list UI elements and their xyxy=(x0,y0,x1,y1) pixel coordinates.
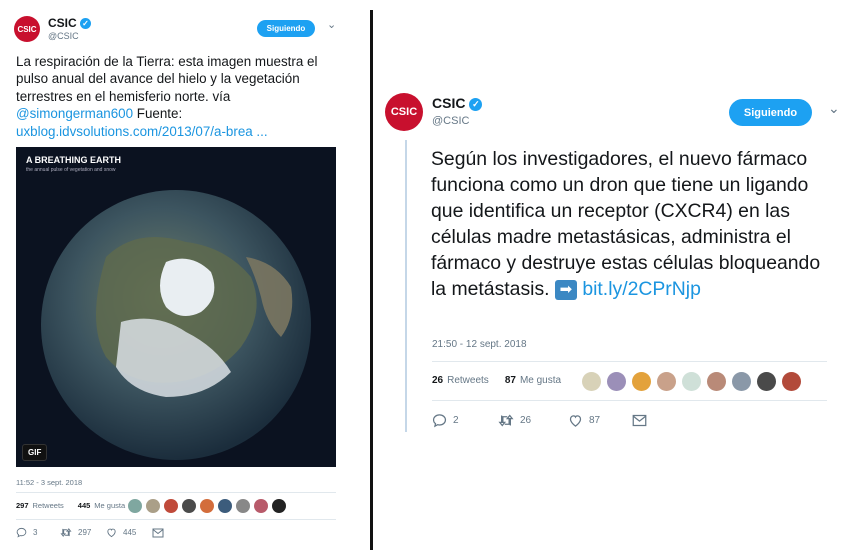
likes-label[interactable]: Me gusta xyxy=(94,501,125,510)
mention-link[interactable]: @simongerman600 xyxy=(16,106,133,121)
retweets-label[interactable]: Retweets xyxy=(447,375,489,386)
tweet-stats: 26 Retweets 87 Me gusta xyxy=(432,375,561,386)
chevron-down-icon[interactable]: ⌄ xyxy=(327,18,336,31)
separator xyxy=(432,361,827,362)
media-title: A BREATHING EARTH xyxy=(26,155,121,165)
tweet-text: La respiración de la Tierra: esta imagen… xyxy=(16,53,346,140)
avatar[interactable] xyxy=(164,499,178,513)
column-divider xyxy=(370,10,373,550)
avatar[interactable] xyxy=(200,499,214,513)
author-handle: @CSIC xyxy=(432,115,470,127)
author-name[interactable]: CSIC ✓ xyxy=(432,95,483,111)
avatar-csic[interactable]: CSIC xyxy=(385,93,423,131)
like-action[interactable]: 445 xyxy=(106,527,152,538)
retweet-action[interactable]: 297 xyxy=(60,527,106,538)
retweets-label[interactable]: Retweets xyxy=(33,501,64,510)
tweet-stats: 297 Retweets 445 Me gusta xyxy=(16,501,125,510)
retweet-count: 26 xyxy=(520,415,532,426)
likes-label[interactable]: Me gusta xyxy=(520,375,561,386)
likes-count[interactable]: 445 xyxy=(78,501,91,510)
reply-count: 2 xyxy=(453,415,459,426)
separator xyxy=(432,400,827,401)
like-icon xyxy=(107,528,116,538)
avatar[interactable] xyxy=(218,499,232,513)
retweet-icon xyxy=(60,528,72,537)
reply-icon xyxy=(16,527,27,538)
retweets-count[interactable]: 26 xyxy=(432,375,443,386)
liker-avatars xyxy=(128,499,286,513)
reply-count: 3 xyxy=(33,528,38,537)
reply-action[interactable]: 3 xyxy=(16,527,60,538)
reply-icon xyxy=(432,414,447,428)
avatar[interactable] xyxy=(582,372,601,391)
avatar[interactable] xyxy=(128,499,142,513)
url-link[interactable]: bit.ly/2CPrNjp xyxy=(582,278,701,300)
like-count: 445 xyxy=(123,528,137,537)
media-subtitle: the annual pulse of vegetation and snow xyxy=(26,167,116,173)
avatar[interactable] xyxy=(632,372,651,391)
verified-icon: ✓ xyxy=(469,97,483,111)
url-link[interactable]: uxblog.idvsolutions.com/2013/07/a-brea .… xyxy=(16,124,268,139)
separator xyxy=(16,519,336,520)
avatar[interactable] xyxy=(757,372,776,391)
avatar-csic[interactable]: CSIC xyxy=(14,16,40,42)
logo-text: CSIC xyxy=(17,24,37,34)
tweet-actions: 2 26 87 xyxy=(432,413,647,428)
author-name[interactable]: CSIC ✓ xyxy=(48,16,92,30)
avatar[interactable] xyxy=(782,372,801,391)
tweet-timestamp[interactable]: 21:50 - 12 sept. 2018 xyxy=(432,339,527,350)
verified-icon: ✓ xyxy=(80,18,92,30)
like-count: 87 xyxy=(589,415,601,426)
tweet-actions: 3 297 445 xyxy=(16,527,164,538)
message-icon xyxy=(152,528,164,537)
tweet-text-part: Fuente: xyxy=(133,106,183,122)
tweet-timestamp[interactable]: 11:52 - 3 sept. 2018 xyxy=(16,478,82,487)
gif-badge: GIF xyxy=(22,444,48,461)
retweet-action[interactable]: 26 xyxy=(498,413,568,428)
retweets-count[interactable]: 297 xyxy=(16,501,29,510)
message-action[interactable] xyxy=(152,528,164,538)
avatar[interactable] xyxy=(657,372,676,391)
retweet-icon xyxy=(498,414,514,427)
avatar[interactable] xyxy=(254,499,268,513)
message-icon xyxy=(632,414,647,427)
author-name-text: CSIC xyxy=(432,95,466,111)
avatar[interactable] xyxy=(236,499,250,513)
follow-button[interactable]: Siguiendo xyxy=(729,99,812,126)
avatar[interactable] xyxy=(272,499,286,513)
tweet-text-part: La respiración de la Tierra: esta imagen… xyxy=(16,54,318,104)
arrow-right-icon: ➡ xyxy=(554,279,577,300)
media-gif[interactable]: A BREATHING EARTH the annual pulse of ve… xyxy=(16,147,336,467)
avatar[interactable] xyxy=(182,499,196,513)
message-action[interactable] xyxy=(632,414,647,427)
avatar[interactable] xyxy=(707,372,726,391)
like-icon xyxy=(569,415,582,427)
quote-bar xyxy=(405,140,407,432)
logo-text: CSIC xyxy=(390,106,418,118)
like-action[interactable]: 87 xyxy=(568,413,632,428)
author-name-text: CSIC xyxy=(48,16,77,30)
earth-image xyxy=(16,147,336,467)
retweet-count: 297 xyxy=(78,528,92,537)
separator xyxy=(16,492,336,493)
avatar[interactable] xyxy=(146,499,160,513)
author-handle: @CSIC xyxy=(48,31,79,41)
avatar[interactable] xyxy=(607,372,626,391)
follow-button[interactable]: Siguiendo xyxy=(257,20,315,37)
tweet-text: Según los investigadores, el nuevo fárma… xyxy=(431,146,826,302)
chevron-down-icon[interactable]: ⌄ xyxy=(828,100,840,117)
reply-action[interactable]: 2 xyxy=(432,413,498,428)
avatar[interactable] xyxy=(682,372,701,391)
likes-count[interactable]: 87 xyxy=(505,375,516,386)
avatar[interactable] xyxy=(732,372,751,391)
liker-avatars xyxy=(582,372,801,391)
